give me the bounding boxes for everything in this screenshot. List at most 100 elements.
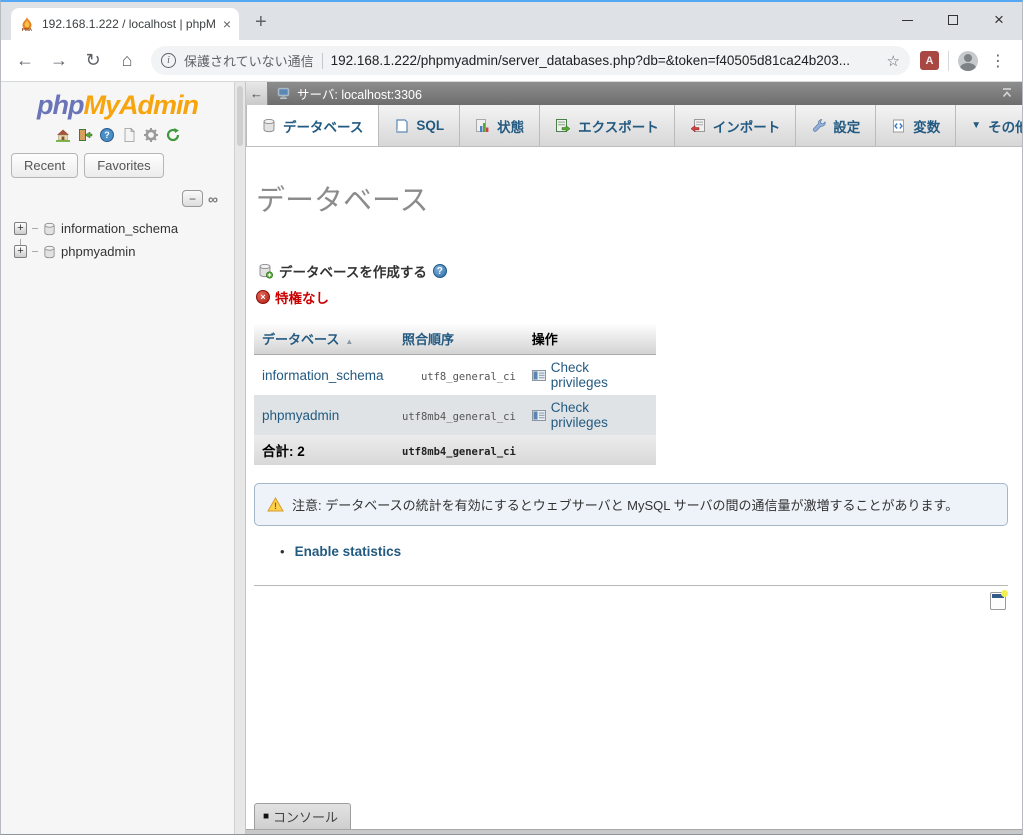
- logout-icon[interactable]: [76, 126, 93, 143]
- table-row[interactable]: phpmyadmin utf8mb4_general_ci Check priv…: [254, 395, 656, 435]
- tab-label: データベース: [283, 116, 363, 136]
- favorites-button[interactable]: Favorites: [84, 153, 163, 178]
- header-database[interactable]: データベース▲: [254, 323, 394, 355]
- database-link[interactable]: phpmyadmin: [262, 408, 339, 423]
- expand-icon[interactable]: +: [14, 222, 27, 235]
- address-bar[interactable]: i 保護されていない通信 192.168.1.222/phpmyadmin/se…: [151, 46, 910, 75]
- total-label: 合計: 2: [254, 435, 394, 465]
- tab-title: 192.168.1.222 / localhost | phpM: [42, 17, 216, 31]
- collapse-all-button[interactable]: −: [182, 190, 203, 207]
- database-icon: [43, 222, 56, 236]
- forward-icon[interactable]: →: [45, 47, 73, 75]
- help-icon[interactable]: ?: [433, 264, 447, 278]
- tree-item-label[interactable]: information_schema: [61, 221, 178, 236]
- databases-tab-icon: [262, 118, 276, 133]
- nav-back-button[interactable]: ←: [246, 82, 268, 105]
- privileges-icon: [532, 410, 546, 421]
- tab-export[interactable]: エクスポート: [540, 105, 675, 146]
- close-button[interactable]: ×: [976, 2, 1022, 38]
- reload-icon[interactable]: ↻: [79, 47, 107, 75]
- tab-databases[interactable]: データベース: [246, 105, 379, 146]
- tab-close-icon[interactable]: ×: [223, 17, 231, 31]
- statistics-warning-box: ! 注意: データベースの統計を有効にするとウェブサーバと MySQL サーバの…: [254, 483, 1008, 526]
- server-tab-navigation: データベース SQL 状態 エクスポート インポート: [246, 105, 1022, 147]
- url-text[interactable]: 192.168.1.222/phpmyadmin/server_database…: [331, 53, 879, 68]
- refresh-icon[interactable]: [164, 126, 181, 143]
- settings-gear-icon[interactable]: [142, 126, 159, 143]
- enable-statistics-row: • Enable statistics: [280, 544, 1008, 559]
- home-nav-icon[interactable]: [54, 126, 71, 143]
- site-info-icon[interactable]: i: [161, 53, 176, 68]
- create-database-label[interactable]: データベースを作成する: [279, 261, 427, 281]
- open-new-window-icon[interactable]: [990, 592, 1006, 610]
- tree-item-information-schema[interactable]: + information_schema: [1, 217, 234, 240]
- no-privileges-row: × 特権なし: [256, 287, 1008, 307]
- enable-statistics-link[interactable]: Enable statistics: [295, 544, 402, 559]
- quick-access-row: Recent Favorites: [11, 153, 234, 178]
- scroll-top-icon[interactable]: [1000, 86, 1014, 105]
- console-icon: ■: [263, 812, 269, 822]
- check-privileges-link[interactable]: Check privileges: [551, 400, 648, 430]
- navigation-sidebar: phpMyAdmin ? Recent Favorites − ∞ +: [1, 82, 234, 835]
- tab-settings[interactable]: 設定: [796, 105, 876, 146]
- server-breadcrumb-bar: ← サーバ: localhost:3306: [246, 82, 1022, 105]
- console-label: コンソール: [273, 807, 338, 826]
- tree-dash: [32, 251, 38, 252]
- tab-label: SQL: [416, 118, 444, 133]
- recent-button[interactable]: Recent: [11, 153, 78, 178]
- no-privilege-icon: ×: [256, 290, 270, 304]
- warning-icon: !: [267, 497, 284, 512]
- svg-text:!: !: [274, 501, 277, 511]
- tab-more[interactable]: ▼ その他: [956, 105, 1023, 146]
- database-icon: [43, 245, 56, 259]
- svg-text:?: ?: [104, 130, 110, 140]
- browser-tab[interactable]: PMA 192.168.1.222 / localhost | phpM ×: [11, 8, 239, 40]
- database-link[interactable]: information_schema: [262, 368, 384, 383]
- phpmyadmin-logo[interactable]: phpMyAdmin: [1, 90, 234, 121]
- server-label: サーバ: localhost:3306: [297, 84, 422, 103]
- table-row[interactable]: information_schema utf8_general_ci Check…: [254, 355, 656, 396]
- tree-item-label[interactable]: phpmyadmin: [61, 244, 135, 259]
- warning-text: 注意: データベースの統計を有効にするとウェブサーバと MySQL サーバの間の…: [292, 495, 958, 514]
- new-tab-button[interactable]: +: [255, 11, 267, 34]
- import-tab-icon: [690, 118, 706, 133]
- tab-label: 状態: [497, 116, 524, 136]
- tab-variables[interactable]: 変数: [876, 105, 956, 146]
- documentation-icon[interactable]: [120, 126, 137, 143]
- expand-icon[interactable]: +: [14, 245, 27, 258]
- bookmark-star-icon[interactable]: ☆: [887, 52, 900, 70]
- browser-window: PMA 192.168.1.222 / localhost | phpM × +…: [0, 0, 1023, 835]
- profile-avatar[interactable]: [958, 51, 978, 71]
- tree-item-phpmyadmin[interactable]: + phpmyadmin: [1, 240, 234, 263]
- console-toggle[interactable]: ■ コンソール: [254, 803, 351, 829]
- check-privileges-link[interactable]: Check privileges: [551, 360, 648, 390]
- page-content: データベース データベースを作成する ? × 特権なし データベース▲ 照合順序: [246, 147, 1022, 835]
- panel-resize-handle[interactable]: [234, 82, 246, 835]
- page-title: データベース: [256, 177, 1008, 219]
- back-icon[interactable]: ←: [11, 47, 39, 75]
- pdf-extension-icon[interactable]: A: [920, 51, 939, 70]
- no-privileges-label: 特権なし: [275, 287, 329, 307]
- sidebar-scrollbar[interactable]: [237, 86, 243, 146]
- tab-status[interactable]: 状態: [460, 105, 540, 146]
- omnibox-separator: [322, 53, 323, 69]
- browser-titlebar: PMA 192.168.1.222 / localhost | phpM × +…: [1, 2, 1022, 40]
- status-tab-icon: [475, 118, 490, 133]
- tab-sql[interactable]: SQL: [379, 105, 460, 146]
- help-doc-icon[interactable]: ?: [98, 126, 115, 143]
- settings-tab-icon: [811, 118, 826, 133]
- maximize-button[interactable]: [930, 2, 976, 38]
- export-tab-icon: [555, 118, 571, 133]
- tab-import[interactable]: インポート: [675, 105, 797, 146]
- header-collation[interactable]: 照合順序: [394, 323, 524, 355]
- home-icon[interactable]: ⌂: [113, 47, 141, 75]
- minimize-button[interactable]: [884, 2, 930, 38]
- tab-label: インポート: [713, 116, 781, 136]
- pma-favicon: PMA: [19, 16, 35, 32]
- header-actions: 操作: [524, 323, 656, 355]
- database-tree: + information_schema + phpmyadmin: [1, 217, 234, 263]
- browser-menu-icon[interactable]: ⋮: [984, 51, 1012, 71]
- unlink-panel-icon[interactable]: ∞: [208, 192, 218, 206]
- create-database-row: データベースを作成する ?: [258, 261, 1008, 281]
- collation-value: utf8_general_ci: [421, 371, 516, 383]
